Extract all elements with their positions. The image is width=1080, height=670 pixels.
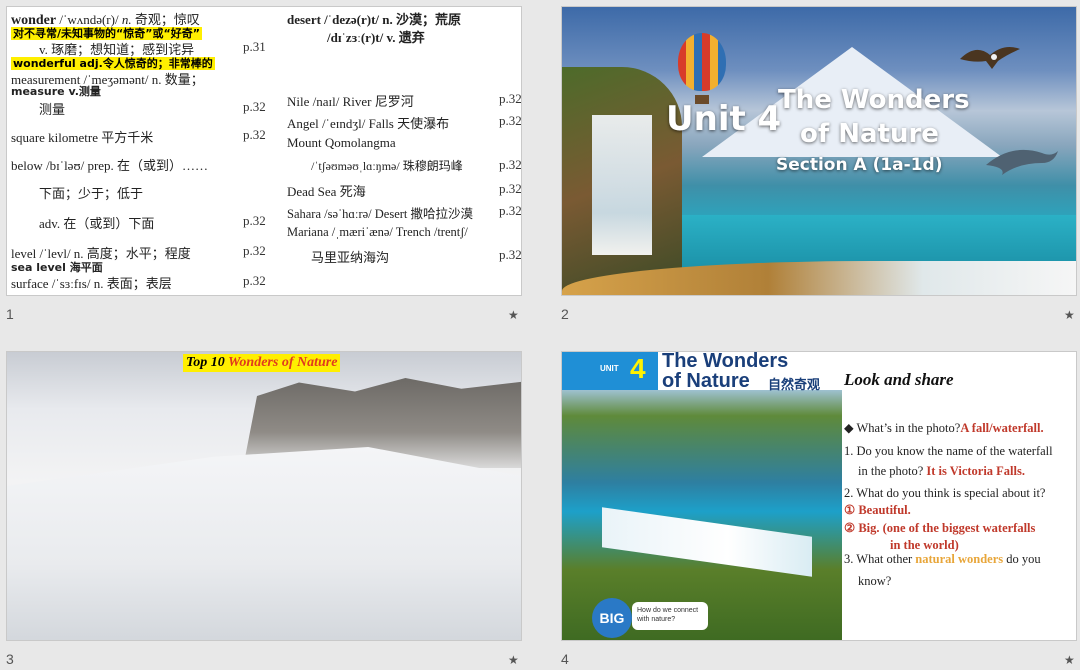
vocab-nile: Nile /naɪl/ River 尼罗河 <box>287 94 414 109</box>
vocab-mariana-cn: 马里亚纳海沟 <box>311 250 390 265</box>
page-ref: p.32 <box>499 157 522 172</box>
vocab-below: below /bɪˈləʊ/ prep. 在（或到）…… <box>11 158 209 173</box>
vocab-sahara: Sahara /səˈhɑːrə/ Desert 撒哈拉沙漠 <box>287 207 473 221</box>
slide-unit-title: Unit 4 <box>666 99 782 139</box>
slide-number-2: 2 <box>561 306 569 322</box>
page-ref: p.31 <box>243 39 266 54</box>
question-0: ◆ What’s in the photo?A fall/waterfall. <box>844 421 1044 435</box>
answer-2-1: ① Beautiful. <box>844 503 911 517</box>
question-1-cont: in the photo? It is Victoria Falls. <box>858 464 1025 478</box>
page-ref: p.32 <box>499 203 522 218</box>
question-1: 1. Do you know the name of the waterfall <box>844 444 1053 458</box>
page-ref: p.32 <box>499 91 522 106</box>
page-ref: p.32 <box>243 99 266 114</box>
answer-2-2-cont: in the world) <box>890 538 959 552</box>
page-ref: p.32 <box>243 127 266 142</box>
vocab-square-kilometre: square kilometre 平方千米 <box>11 130 154 145</box>
page-ref: p.32 <box>499 247 522 262</box>
page-ref: p.32 <box>243 243 266 258</box>
page-ref: p.32 <box>499 113 522 128</box>
question-3-cont: know? <box>858 574 892 588</box>
vocab-mariana: Mariana /ˌmæriˈænə/ Trench /trentʃ/ <box>287 225 468 239</box>
vocab-measure-verb: measure v.测量 <box>11 85 101 98</box>
vocab-below-adv: adv. 在（或到）下面 <box>39 216 155 231</box>
star-icon: ★ <box>1064 308 1075 322</box>
waterfall-image <box>592 115 652 255</box>
slide-number-3: 3 <box>6 651 14 667</box>
slide-section-subtitle: Section A (1a-1d) <box>776 155 943 175</box>
page-ref: p.32 <box>499 181 522 196</box>
star-icon: ★ <box>508 308 519 322</box>
page-ref: p.32 <box>243 213 266 228</box>
question-3: 3. What other natural wonders do you <box>844 552 1041 566</box>
slide-title-line-1: The Wonders <box>778 85 970 115</box>
vocab-mount-phonetic: /ˈtʃəʊməʊˌlɑːŋmə/ 珠穆朗玛峰 <box>311 159 463 173</box>
look-share-heading: Look and share <box>844 370 954 389</box>
snow-slope-image <box>7 447 521 640</box>
slide-thumbnail-4[interactable]: UNIT 4 The Wonders of Nature 自然奇观 BIG Ho… <box>561 351 1077 641</box>
banner-title-line-2: of Nature <box>662 370 750 392</box>
unit-badge: UNIT 4 <box>562 352 658 390</box>
slide-title-line-2: of Nature <box>800 119 939 149</box>
star-icon: ★ <box>1064 653 1075 667</box>
slide-caption: Top 10 Wonders of Nature <box>183 354 341 372</box>
big-question-badge: BIG <box>592 598 632 638</box>
discussion-panel: Look and share ◆ What’s in the photo?A f… <box>844 352 1076 640</box>
answer-2-2: ② Big. (one of the biggest waterfalls <box>844 521 1036 535</box>
eagle-icon <box>960 47 1020 69</box>
slide-thumbnail-3[interactable]: Top 10 Wonders of Nature <box>6 351 522 641</box>
vocab-surface: surface /ˈsɜːfɪs/ n. 表面；表层 <box>11 276 172 291</box>
question-2: 2. What do you think is special about it… <box>844 486 1046 500</box>
vocab-below-cn: 下面；少于；低于 <box>39 186 144 201</box>
big-question-bubble: How do we connect with nature? <box>632 602 708 630</box>
slide-number-4: 4 <box>561 651 569 667</box>
banner-title-cn: 自然奇观 <box>768 378 821 393</box>
vocab-measure-cn: 测量 <box>39 102 66 117</box>
slide-thumbnail-2[interactable]: Unit 4 The Wonders of Nature Section A (… <box>561 6 1077 296</box>
vocab-angel-falls: Angel /ˈeɪndʒl/ Falls 天使瀑布 <box>287 116 450 131</box>
vocab-desert-verb: /dɪˈzɜː(r)t/ v. 遗弃 <box>327 30 425 45</box>
dolphin-icon <box>986 149 1058 175</box>
vocab-desert: desert /ˈdezə(r)t/ n. 沙漠；荒原 <box>287 12 462 27</box>
page-ref: p.32 <box>243 273 266 288</box>
slide-thumbnail-1[interactable]: wonder /ˈwʌndə(r)/ n. 奇观；惊叹 对不寻常/未知事物的“惊… <box>6 6 522 296</box>
vocab-mount-qomolangma: Mount Qomolangma <box>287 135 396 150</box>
vocab-dead-sea: Dead Sea 死海 <box>287 184 366 199</box>
star-icon: ★ <box>508 653 519 667</box>
victoria-falls-photo <box>562 352 842 640</box>
hot-air-balloon-icon <box>678 33 726 91</box>
slide-number-1: 1 <box>6 306 14 322</box>
